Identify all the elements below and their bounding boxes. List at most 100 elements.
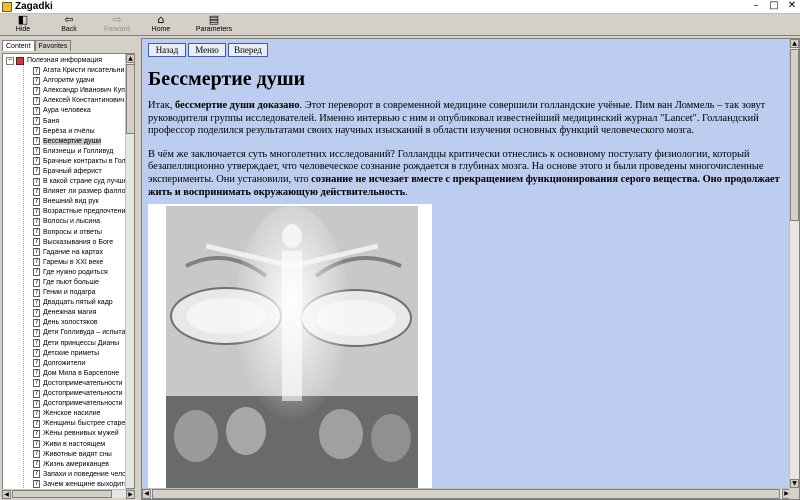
hide-button[interactable]: ◧ Hide bbox=[10, 14, 36, 36]
tree-item[interactable]: ? Дом Мила в Барселоне bbox=[3, 368, 126, 378]
tree-item[interactable]: ? Бессмертие души bbox=[3, 136, 126, 146]
tree-item[interactable]: ? Где пьют больше bbox=[3, 277, 126, 287]
help-topic-icon: ? bbox=[33, 440, 40, 449]
tree-item-label: Долгожители bbox=[43, 359, 86, 367]
tree-item[interactable]: ? Алгоритм удачи bbox=[3, 76, 126, 86]
tree-item-label: Алгоритм удачи bbox=[43, 77, 95, 85]
help-topic-icon: ? bbox=[33, 328, 40, 337]
help-topic-icon: ? bbox=[33, 217, 40, 226]
tree-scroll-thumb[interactable] bbox=[126, 64, 134, 134]
tree-item[interactable]: ? Брачные контракты в Голл bbox=[3, 156, 126, 166]
tree-item[interactable]: ? Достопримечательности I bbox=[3, 389, 126, 399]
tree-item[interactable]: ? Баня bbox=[3, 116, 126, 126]
tree-item[interactable]: ? Берёза и пчёлы bbox=[3, 126, 126, 136]
tree-item[interactable]: ? Александр Иванович Купр bbox=[3, 86, 126, 96]
tree-item-label: Брачный аферист bbox=[43, 167, 102, 175]
back-button[interactable]: ⇦ Back bbox=[56, 14, 82, 36]
tree-item[interactable]: ? Возрастные предпочтени bbox=[3, 207, 126, 217]
tree-item[interactable]: ? Агата Кристи писательниц bbox=[3, 66, 126, 76]
nav-tabs: Content Favorites bbox=[2, 40, 72, 52]
tree-item[interactable]: ? В какой стране суд лучше bbox=[3, 177, 126, 187]
parameters-button[interactable]: ▤ Parameters bbox=[192, 14, 236, 36]
tree-item[interactable]: ? Аура человека bbox=[3, 106, 126, 116]
tree-item[interactable]: ? День холостяков bbox=[3, 318, 126, 328]
content-vertical-scrollbar[interactable]: ▲ ▼ bbox=[789, 39, 799, 488]
tree-item[interactable]: ? Внешний вид рук bbox=[3, 197, 126, 207]
tree-item[interactable]: ? Живи в настоящем bbox=[3, 439, 126, 449]
tree-item-label: Живи в настоящем bbox=[43, 440, 106, 448]
tree-item[interactable]: ? Дети Голливуда – испытан bbox=[3, 328, 126, 338]
tree-item[interactable]: ? Высказывания о Боге bbox=[3, 237, 126, 247]
tree-item[interactable]: ? Гадание на картах bbox=[3, 247, 126, 257]
content-scroll-left-icon[interactable]: ◀ bbox=[142, 489, 151, 499]
nav-back-button[interactable]: Назад bbox=[148, 43, 186, 57]
book-icon bbox=[16, 56, 24, 65]
help-topic-icon: ? bbox=[33, 369, 40, 378]
tree-item-label: Вопросы и ответы bbox=[43, 228, 102, 236]
tree-item[interactable]: ? Жизнь американцев bbox=[3, 459, 126, 469]
tree-root-label: Полезная информация bbox=[27, 57, 103, 65]
tree-item[interactable]: ? Женщины быстрее старею bbox=[3, 419, 126, 429]
minimize-button[interactable]: – bbox=[750, 1, 762, 12]
tree-item[interactable]: ? Животные видят сны bbox=[3, 449, 126, 459]
tree-item[interactable]: ? Зачем женщине выходить bbox=[3, 479, 126, 489]
tree-item[interactable]: ? Достопримечательности I bbox=[3, 378, 126, 388]
tree-item-label: Высказывания о Боге bbox=[43, 238, 114, 246]
toolbar: ◧ Hide ⇦ Back ⇨ Forward ⌂ Home ▤ Paramet… bbox=[0, 14, 800, 36]
collapse-icon[interactable]: − bbox=[6, 56, 14, 65]
tree-item-label: Запахи и поведение чело bbox=[43, 470, 126, 478]
help-topic-icon: ? bbox=[33, 76, 40, 85]
tree-item[interactable]: ? Жёны ревнивых мужей bbox=[3, 429, 126, 439]
tree-item[interactable]: ? Дети принцессы Дианы bbox=[3, 338, 126, 348]
tree-item[interactable]: ? Гении и подагра bbox=[3, 288, 126, 298]
help-topic-icon: ? bbox=[33, 450, 40, 459]
help-topic-icon: ? bbox=[33, 96, 40, 105]
tree-item[interactable]: ? Достопримечательности I bbox=[3, 399, 126, 409]
content-scroll-thumb[interactable] bbox=[790, 49, 799, 221]
close-button[interactable]: ✕ bbox=[786, 1, 798, 12]
scroll-up-arrow-icon[interactable]: ▲ bbox=[126, 54, 134, 63]
tree-item[interactable]: ? Брачный аферист bbox=[3, 166, 126, 176]
content-scroll-up-icon[interactable]: ▲ bbox=[790, 39, 799, 48]
forward-button[interactable]: ⇨ Forward bbox=[101, 14, 133, 36]
tree-item[interactable]: ? Детские приметы bbox=[3, 348, 126, 358]
tree-item-label: Детские приметы bbox=[43, 349, 100, 357]
help-topic-icon: ? bbox=[33, 197, 40, 206]
tree-item[interactable]: ? Алексей Константинович bbox=[3, 96, 126, 106]
maximize-button[interactable]: □ bbox=[768, 1, 780, 12]
scroll-right-arrow-icon[interactable]: ▶ bbox=[126, 490, 135, 499]
tree-item[interactable]: ? Волосы и лысина bbox=[3, 217, 126, 227]
help-topic-icon: ? bbox=[33, 389, 40, 398]
tree-item[interactable]: ? Женское насилие bbox=[3, 409, 126, 419]
home-button[interactable]: ⌂ Home bbox=[148, 14, 174, 36]
tree-hscroll-thumb[interactable] bbox=[12, 490, 112, 498]
tree-item[interactable]: ? Гаремы в XXI веке bbox=[3, 257, 126, 267]
tree-item[interactable]: ? Запахи и поведение чело bbox=[3, 469, 126, 479]
tree-item[interactable]: ? Близнецы и Голливуд bbox=[3, 146, 126, 156]
nav-menu-button[interactable]: Меню bbox=[188, 43, 226, 57]
tree-item[interactable]: ? Двадцать пятый кадр bbox=[3, 298, 126, 308]
home-icon: ⌂ bbox=[157, 13, 165, 26]
tree-item-label: Берёза и пчёлы bbox=[43, 127, 95, 135]
tree-item[interactable]: ? Влияет ли размер фалло bbox=[3, 187, 126, 197]
content-horizontal-scrollbar[interactable]: ◀ ▶ bbox=[142, 488, 791, 499]
tree-item-label: Достопримечательности I bbox=[43, 379, 126, 387]
tree-item[interactable]: ? Долгожители bbox=[3, 358, 126, 368]
tree-item-label: Баня bbox=[43, 117, 60, 125]
tree-item[interactable]: ? Где нужно родиться bbox=[3, 267, 126, 277]
tree-item[interactable]: ? Вопросы и ответы bbox=[3, 227, 126, 237]
content-hscroll-thumb[interactable] bbox=[152, 489, 780, 499]
tree-item-label: Гадание на картах bbox=[43, 248, 103, 256]
tree-horizontal-scrollbar[interactable]: ◀ ▶ bbox=[2, 489, 135, 499]
tree-item-label: Двадцать пятый кадр bbox=[43, 299, 113, 307]
tree-vertical-scrollbar[interactable]: ▲ ▼ bbox=[125, 54, 134, 497]
parameters-label: Parameters bbox=[195, 26, 233, 33]
tree-item[interactable]: ? Денежная магия bbox=[3, 308, 126, 318]
nav-forward-button[interactable]: Вперед bbox=[228, 43, 268, 57]
content-scroll-down-icon[interactable]: ▼ bbox=[790, 479, 799, 488]
tab-contents[interactable]: Content bbox=[2, 40, 35, 51]
tree-item-label: Дети Голливуда – испытан bbox=[43, 329, 126, 337]
scroll-left-arrow-icon[interactable]: ◀ bbox=[2, 490, 11, 499]
tree-root[interactable]: − Полезная информация bbox=[3, 56, 126, 66]
tab-favorites[interactable]: Favorites bbox=[34, 40, 72, 51]
